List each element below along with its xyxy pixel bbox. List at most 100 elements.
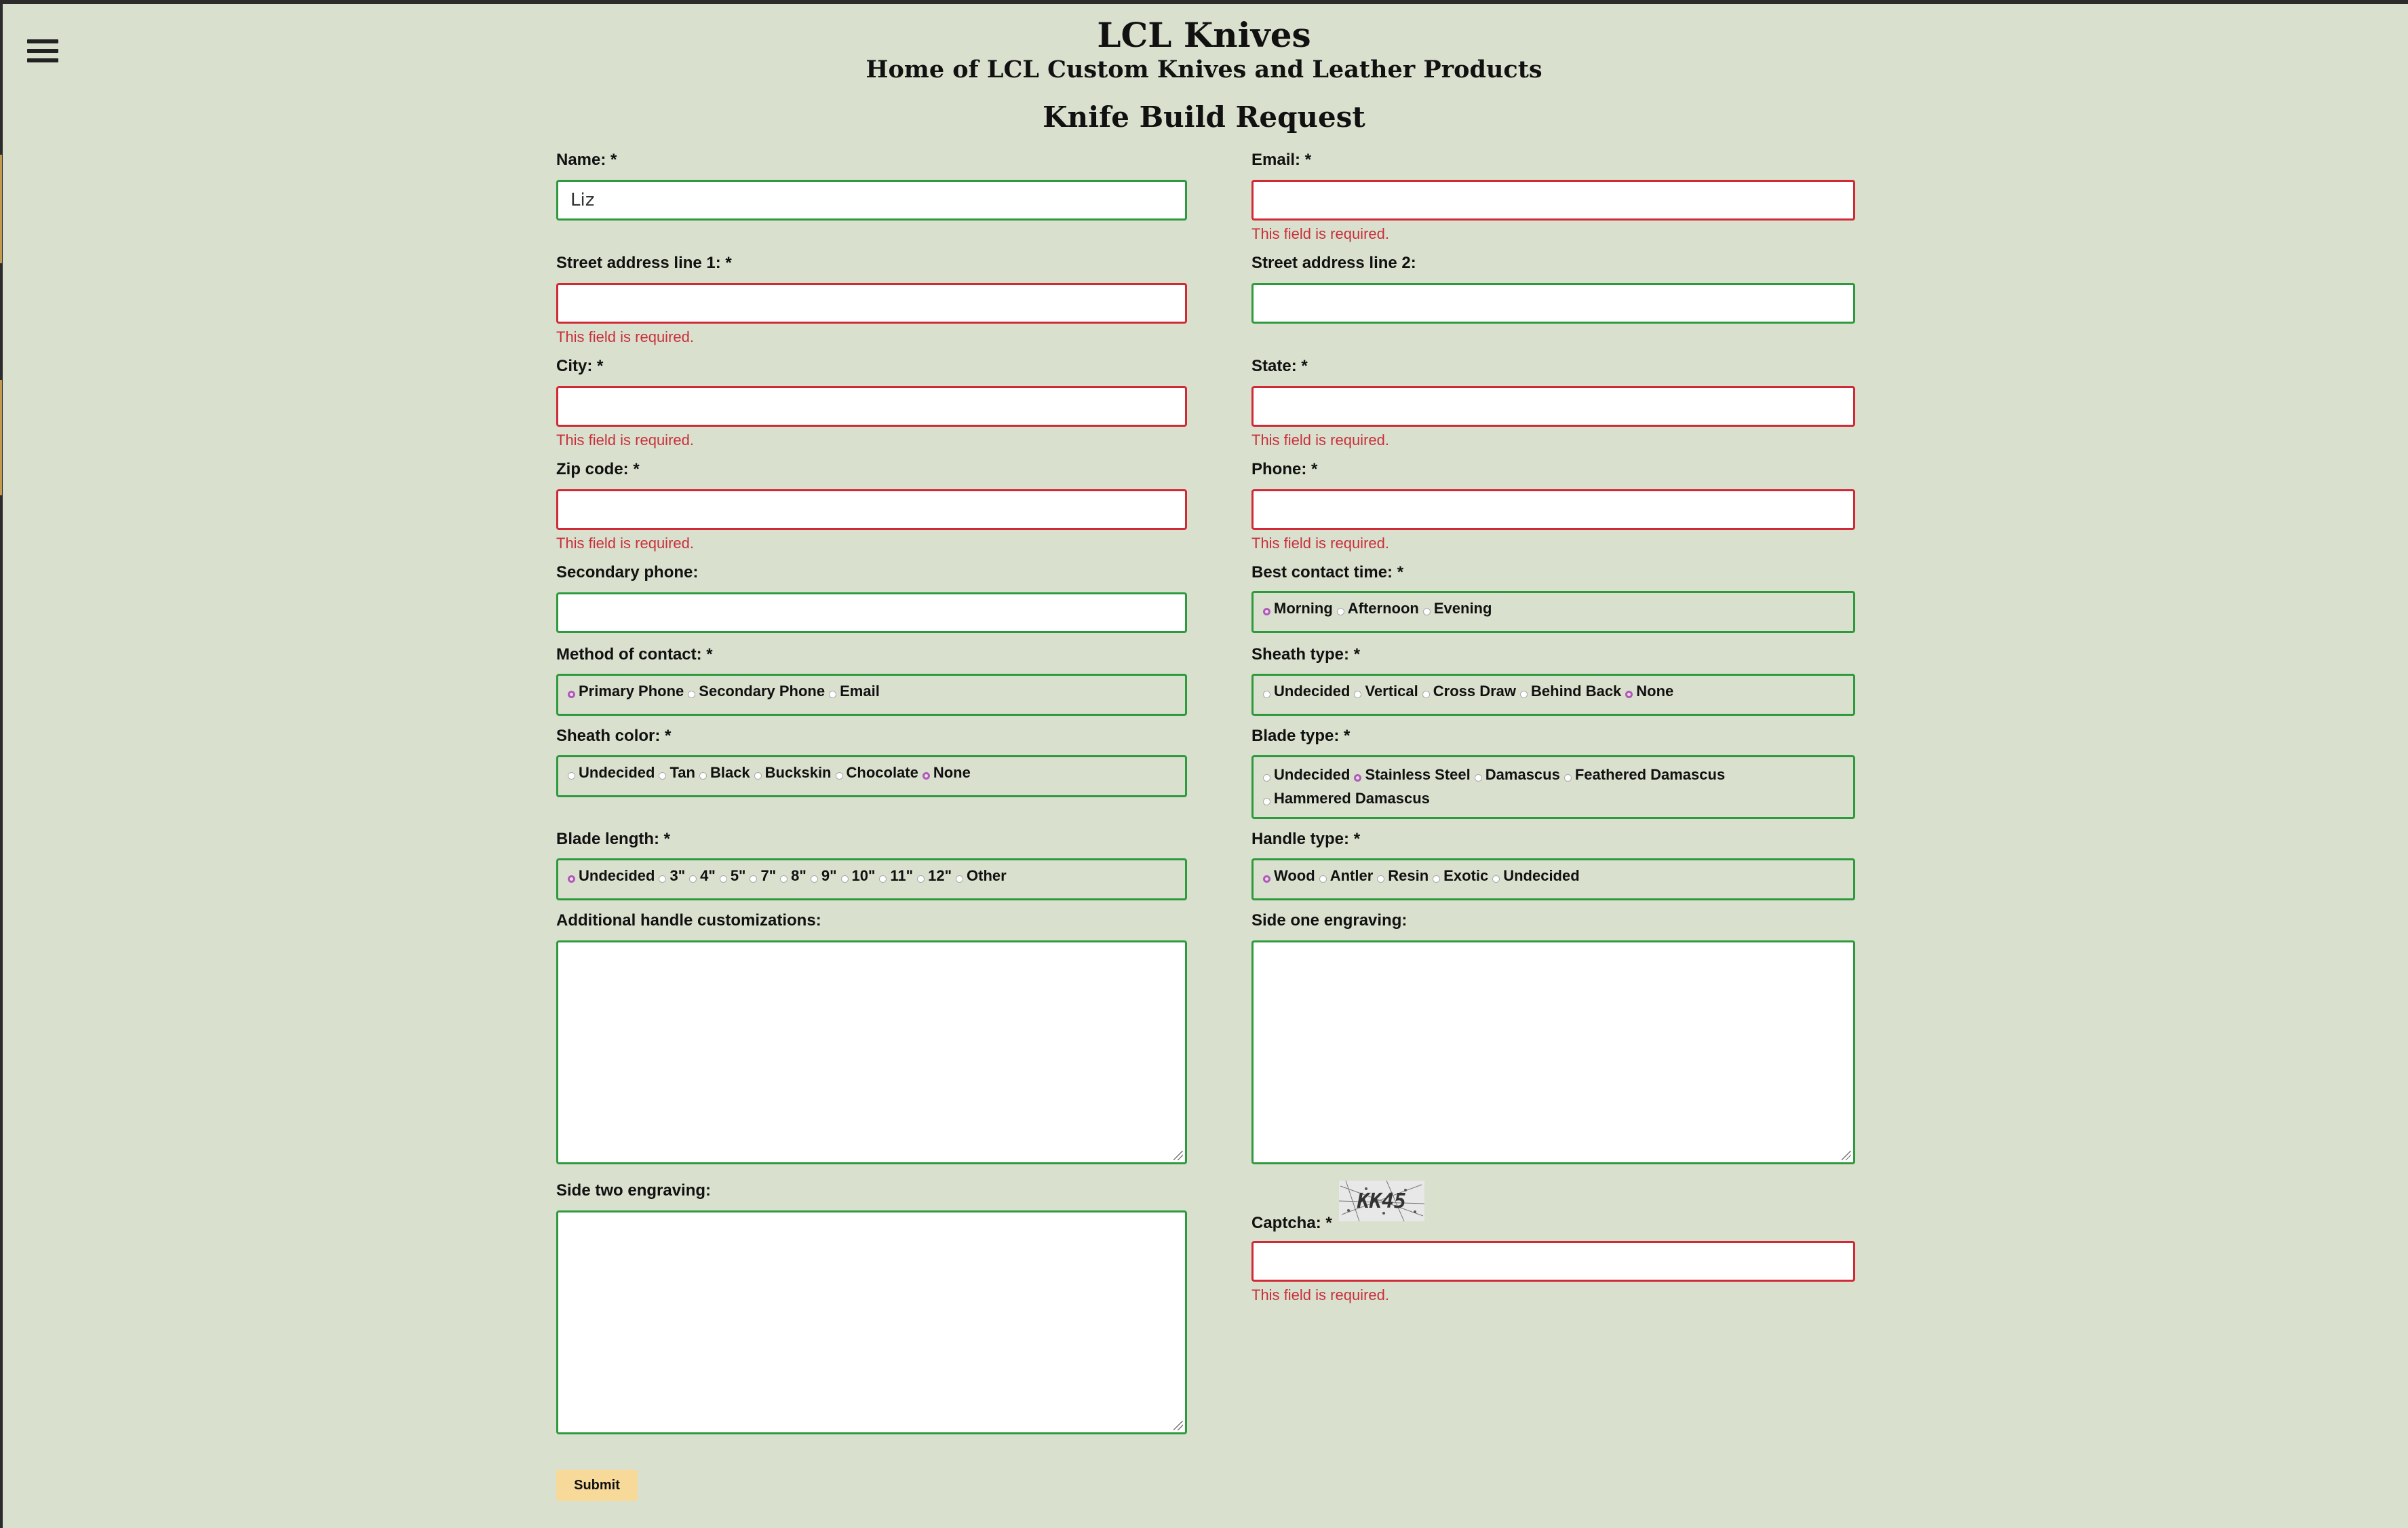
street2-input[interactable]: [1251, 283, 1855, 324]
radio-option[interactable]: 12": [917, 867, 952, 885]
radio-empty-icon[interactable]: [754, 772, 762, 780]
radio-empty-icon[interactable]: [1336, 608, 1344, 615]
phone-input[interactable]: [1251, 489, 1855, 530]
radio-option[interactable]: Afternoon: [1336, 600, 1419, 617]
radio-option[interactable]: Resin: [1377, 867, 1429, 885]
radio-selected-icon[interactable]: [568, 691, 575, 698]
radio-empty-icon[interactable]: [750, 875, 758, 883]
radio-option[interactable]: Undecided: [568, 867, 655, 885]
email-input[interactable]: [1251, 180, 1855, 221]
radio-selected-icon[interactable]: [1263, 875, 1270, 883]
radio-empty-icon[interactable]: [840, 875, 849, 883]
radio-empty-icon[interactable]: [829, 691, 837, 698]
radio-empty-icon[interactable]: [1319, 875, 1327, 883]
resize-grip-icon[interactable]: [1842, 1151, 1851, 1160]
radio-empty-icon[interactable]: [1422, 691, 1430, 698]
radio-empty-icon[interactable]: [780, 875, 788, 883]
radio-option[interactable]: 5": [719, 867, 745, 885]
radio-option[interactable]: Feathered Damascus: [1564, 764, 1725, 786]
radio-empty-icon[interactable]: [1263, 691, 1270, 698]
radio-option[interactable]: Exotic: [1433, 867, 1488, 885]
radio-option-label: Cross Draw: [1433, 683, 1517, 700]
radio-option[interactable]: None: [1625, 683, 1673, 700]
radio-empty-icon[interactable]: [568, 772, 575, 780]
radio-empty-icon[interactable]: [1263, 774, 1270, 782]
radio-option[interactable]: 10": [840, 867, 875, 885]
radio-option[interactable]: Other: [956, 867, 1007, 885]
radio-empty-icon[interactable]: [1263, 798, 1270, 805]
street1-error: This field is required.: [556, 328, 694, 345]
radio-empty-icon[interactable]: [956, 875, 963, 883]
radio-empty-icon[interactable]: [879, 875, 887, 883]
radio-option[interactable]: 4": [689, 867, 716, 885]
secondary-phone-input[interactable]: [556, 592, 1187, 633]
radio-option[interactable]: Wood: [1263, 867, 1315, 885]
radio-option[interactable]: Vertical: [1354, 683, 1418, 700]
radio-option-label: Afternoon: [1347, 600, 1419, 617]
radio-empty-icon[interactable]: [835, 772, 843, 780]
street1-input[interactable]: [556, 283, 1187, 324]
radio-option[interactable]: 3": [659, 867, 685, 885]
blade-length-label: Blade length: *: [556, 830, 671, 848]
captcha-input[interactable]: [1251, 1241, 1855, 1282]
radio-empty-icon[interactable]: [917, 875, 925, 883]
side-two-engraving-textarea[interactable]: [556, 1210, 1187, 1434]
zip-input[interactable]: [556, 489, 1187, 530]
radio-option[interactable]: None: [922, 764, 971, 782]
state-input[interactable]: [1251, 386, 1855, 427]
radio-option[interactable]: Cross Draw: [1422, 683, 1516, 700]
radio-selected-icon[interactable]: [1354, 774, 1362, 782]
zip-label: Zip code: *: [556, 460, 640, 478]
radio-option[interactable]: Primary Phone: [568, 683, 684, 700]
name-input[interactable]: Liz: [556, 180, 1187, 221]
radio-empty-icon[interactable]: [689, 875, 697, 883]
resize-grip-icon[interactable]: [1173, 1151, 1183, 1160]
radio-selected-icon[interactable]: [1625, 691, 1633, 698]
radio-option[interactable]: Behind Back: [1520, 683, 1621, 700]
radio-selected-icon[interactable]: [922, 772, 930, 780]
radio-empty-icon[interactable]: [719, 875, 727, 883]
radio-option[interactable]: Black: [699, 764, 750, 782]
submit-button[interactable]: Submit: [556, 1470, 638, 1501]
radio-option[interactable]: Undecided: [1263, 764, 1350, 786]
radio-empty-icon[interactable]: [1354, 691, 1362, 698]
radio-option[interactable]: 9": [810, 867, 837, 885]
radio-selected-icon[interactable]: [1263, 608, 1270, 615]
radio-option[interactable]: Tan: [659, 764, 695, 782]
radio-empty-icon[interactable]: [659, 875, 667, 883]
city-input[interactable]: [556, 386, 1187, 427]
radio-option[interactable]: Evening: [1422, 600, 1492, 617]
radio-option[interactable]: Secondary Phone: [688, 683, 825, 700]
resize-grip-icon[interactable]: [1173, 1421, 1183, 1430]
radio-option[interactable]: Antler: [1319, 867, 1373, 885]
radio-empty-icon[interactable]: [1492, 875, 1500, 883]
radio-empty-icon[interactable]: [1520, 691, 1528, 698]
radio-option[interactable]: Undecided: [1263, 683, 1350, 700]
radio-option[interactable]: 8": [780, 867, 807, 885]
radio-option[interactable]: Undecided: [568, 764, 655, 782]
radio-option[interactable]: Stainless Steel: [1354, 764, 1471, 786]
radio-option[interactable]: Chocolate: [835, 764, 918, 782]
radio-selected-icon[interactable]: [568, 875, 575, 883]
radio-option[interactable]: Buckskin: [754, 764, 832, 782]
side-one-engraving-textarea[interactable]: [1251, 940, 1855, 1164]
radio-empty-icon[interactable]: [1377, 875, 1385, 883]
radio-option[interactable]: Hammered Damascus: [1263, 788, 1430, 809]
radio-option[interactable]: 11": [879, 867, 913, 885]
radio-empty-icon[interactable]: [688, 691, 696, 698]
radio-option[interactable]: Undecided: [1492, 867, 1580, 885]
radio-option-label: Resin: [1388, 867, 1429, 884]
radio-empty-icon[interactable]: [1564, 774, 1572, 782]
radio-option[interactable]: Email: [829, 683, 880, 700]
radio-empty-icon[interactable]: [1433, 875, 1441, 883]
radio-empty-icon[interactable]: [699, 772, 707, 780]
radio-empty-icon[interactable]: [1474, 774, 1482, 782]
radio-option-label: Secondary Phone: [699, 683, 826, 700]
radio-empty-icon[interactable]: [659, 772, 667, 780]
radio-option[interactable]: 7": [750, 867, 776, 885]
radio-empty-icon[interactable]: [1422, 608, 1431, 615]
radio-empty-icon[interactable]: [810, 875, 818, 883]
handle-customizations-textarea[interactable]: [556, 940, 1187, 1164]
radio-option[interactable]: Morning: [1263, 600, 1333, 617]
radio-option[interactable]: Damascus: [1474, 764, 1560, 786]
